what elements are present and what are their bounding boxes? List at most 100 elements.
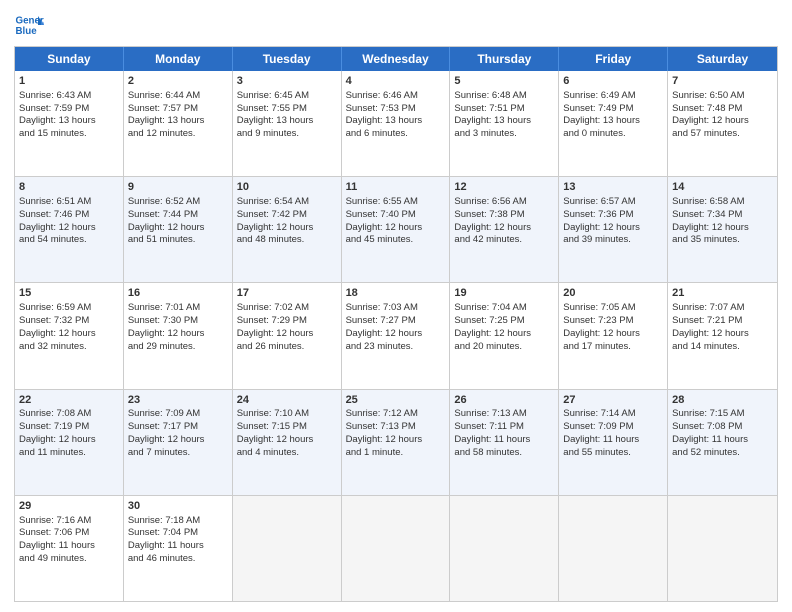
calendar: SundayMondayTuesdayWednesdayThursdayFrid…: [14, 46, 778, 602]
day-info-line: Daylight: 12 hours: [346, 328, 423, 339]
calendar-row: 22Sunrise: 7:08 AMSunset: 7:19 PMDayligh…: [15, 389, 777, 495]
header: General Blue: [14, 10, 778, 40]
day-number: 5: [454, 74, 554, 89]
day-info-line: Sunrise: 6:55 AM: [346, 196, 418, 207]
day-cell-2: 2Sunrise: 6:44 AMSunset: 7:57 PMDaylight…: [124, 71, 233, 176]
day-info-line: Sunrise: 7:15 AM: [672, 408, 744, 419]
day-info-line: Sunset: 7:34 PM: [672, 209, 742, 220]
day-header-thursday: Thursday: [450, 47, 559, 71]
day-info-line: Daylight: 12 hours: [19, 328, 96, 339]
day-info-line: Sunset: 7:17 PM: [128, 421, 198, 432]
day-cell-30: 30Sunrise: 7:18 AMSunset: 7:04 PM Dayligh…: [124, 496, 233, 601]
day-number: 7: [672, 74, 773, 89]
day-header-monday: Monday: [124, 47, 233, 71]
day-number: 12: [454, 180, 554, 195]
day-info-line: Sunrise: 6:51 AM: [19, 196, 91, 207]
day-number: 2: [128, 74, 228, 89]
day-info-line: and 32 minutes.: [19, 341, 87, 352]
day-info-line: Sunset: 7:55 PM: [237, 103, 307, 114]
day-number: 30: [128, 499, 228, 514]
day-info-line: and 54 minutes.: [19, 234, 87, 245]
day-cell-3: 3Sunrise: 6:45 AMSunset: 7:55 PMDaylight…: [233, 71, 342, 176]
day-info-line: and 57 minutes.: [672, 128, 740, 139]
day-cell-23: 23Sunrise: 7:09 AMSunset: 7:17 PMDayligh…: [124, 390, 233, 495]
day-info-line: Daylight: 12 hours: [237, 328, 314, 339]
day-info-line: Sunset: 7:40 PM: [346, 209, 416, 220]
day-cell-21: 21Sunrise: 7:07 AMSunset: 7:21 PMDayligh…: [668, 283, 777, 388]
day-number: 17: [237, 286, 337, 301]
day-info-line: Sunset: 7:38 PM: [454, 209, 524, 220]
day-info-line: Sunset: 7:09 PM: [563, 421, 633, 432]
day-info-line: and 6 minutes.: [346, 128, 408, 139]
day-number: 9: [128, 180, 228, 195]
day-info-line: and 20 minutes.: [454, 341, 522, 352]
logo: General Blue: [14, 10, 44, 40]
day-info-line: Daylight: 11 hours: [19, 540, 95, 551]
day-info-line: Sunrise: 6:46 AM: [346, 90, 418, 101]
day-info-line: Sunrise: 6:52 AM: [128, 196, 200, 207]
day-info-line: Sunrise: 6:45 AM: [237, 90, 309, 101]
day-cell-15: 15Sunrise: 6:59 AMSunset: 7:32 PMDayligh…: [15, 283, 124, 388]
day-number: 15: [19, 286, 119, 301]
day-info-line: Sunset: 7:04 PM: [128, 527, 198, 538]
day-info-line: Daylight: 12 hours: [19, 222, 96, 233]
day-info-line: Sunrise: 7:01 AM: [128, 302, 200, 313]
day-info-line: Sunrise: 7:04 AM: [454, 302, 526, 313]
day-info-line: and 14 minutes.: [672, 341, 740, 352]
day-info-line: and 46 minutes.: [128, 553, 196, 564]
calendar-row: 1Sunrise: 6:43 AMSunset: 7:59 PMDaylight…: [15, 71, 777, 176]
day-info-line: Daylight: 13 hours: [563, 115, 640, 126]
calendar-row: 29Sunrise: 7:16 AMSunset: 7:06 PMDayligh…: [15, 495, 777, 601]
day-info-line: Sunset: 7:42 PM: [237, 209, 307, 220]
day-number: 8: [19, 180, 119, 195]
day-info-line: Daylight: 12 hours: [237, 222, 314, 233]
day-info-line: Sunset: 7:29 PM: [237, 315, 307, 326]
day-info-line: Sunset: 7:51 PM: [454, 103, 524, 114]
day-cell-16: 16Sunrise: 7:01 AMSunset: 7:30 PMDayligh…: [124, 283, 233, 388]
day-info-line: and 48 minutes.: [237, 234, 305, 245]
day-info-line: Sunset: 7:57 PM: [128, 103, 198, 114]
day-info-line: Daylight: 12 hours: [454, 328, 531, 339]
day-info-line: Daylight: 12 hours: [128, 222, 205, 233]
day-number: 16: [128, 286, 228, 301]
day-cell-29: 29Sunrise: 7:16 AMSunset: 7:06 PMDayligh…: [15, 496, 124, 601]
day-cell-6: 6Sunrise: 6:49 AMSunset: 7:49 PMDaylight…: [559, 71, 668, 176]
day-info-line: Sunrise: 6:44 AM: [128, 90, 200, 101]
page: General Blue SundayMondayTuesdayWednesda…: [0, 0, 792, 612]
day-info-line: Daylight: 11 hours: [128, 540, 204, 551]
day-number: 14: [672, 180, 773, 195]
day-header-friday: Friday: [559, 47, 668, 71]
day-info-line: and 49 minutes.: [19, 553, 87, 564]
day-info-line: Daylight: 13 hours: [454, 115, 531, 126]
day-info-line: and 58 minutes.: [454, 447, 522, 458]
day-info-line: Sunset: 7:59 PM: [19, 103, 89, 114]
day-info-line: and 29 minutes.: [128, 341, 196, 352]
day-header-sunday: Sunday: [15, 47, 124, 71]
day-info-line: Daylight: 12 hours: [563, 328, 640, 339]
day-number: 29: [19, 499, 119, 514]
day-info-line: and 23 minutes.: [346, 341, 414, 352]
day-info-line: and 4 minutes.: [237, 447, 299, 458]
day-info-line: Sunrise: 7:16 AM: [19, 515, 91, 526]
day-number: 11: [346, 180, 446, 195]
day-info-line: Sunrise: 7:08 AM: [19, 408, 91, 419]
day-info-line: and 7 minutes.: [128, 447, 190, 458]
day-info-line: Sunrise: 7:05 AM: [563, 302, 635, 313]
day-info-line: Sunrise: 7:18 AM: [128, 515, 200, 526]
day-cell-9: 9Sunrise: 6:52 AM Sunset: 7:44 PM Daylight…: [124, 177, 233, 282]
day-info-line: Sunrise: 6:57 AM: [563, 196, 635, 207]
day-info-line: Daylight: 12 hours: [454, 222, 531, 233]
day-info-line: Daylight: 12 hours: [19, 434, 96, 445]
empty-cell: [342, 496, 451, 601]
day-header-saturday: Saturday: [668, 47, 777, 71]
day-cell-4: 4Sunrise: 6:46 AMSunset: 7:53 PMDaylight…: [342, 71, 451, 176]
day-info-line: Sunset: 7:44 PM: [128, 209, 198, 220]
day-info-line: Sunset: 7:53 PM: [346, 103, 416, 114]
day-cell-8: 8Sunrise: 6:51 AMSunset: 7:46 PMDaylight…: [15, 177, 124, 282]
svg-text:Blue: Blue: [16, 26, 38, 37]
day-info-line: Sunset: 7:13 PM: [346, 421, 416, 432]
day-number: 28: [672, 393, 773, 408]
day-header-tuesday: Tuesday: [233, 47, 342, 71]
day-info-line: Daylight: 12 hours: [128, 434, 205, 445]
day-cell-22: 22Sunrise: 7:08 AMSunset: 7:19 PMDayligh…: [15, 390, 124, 495]
